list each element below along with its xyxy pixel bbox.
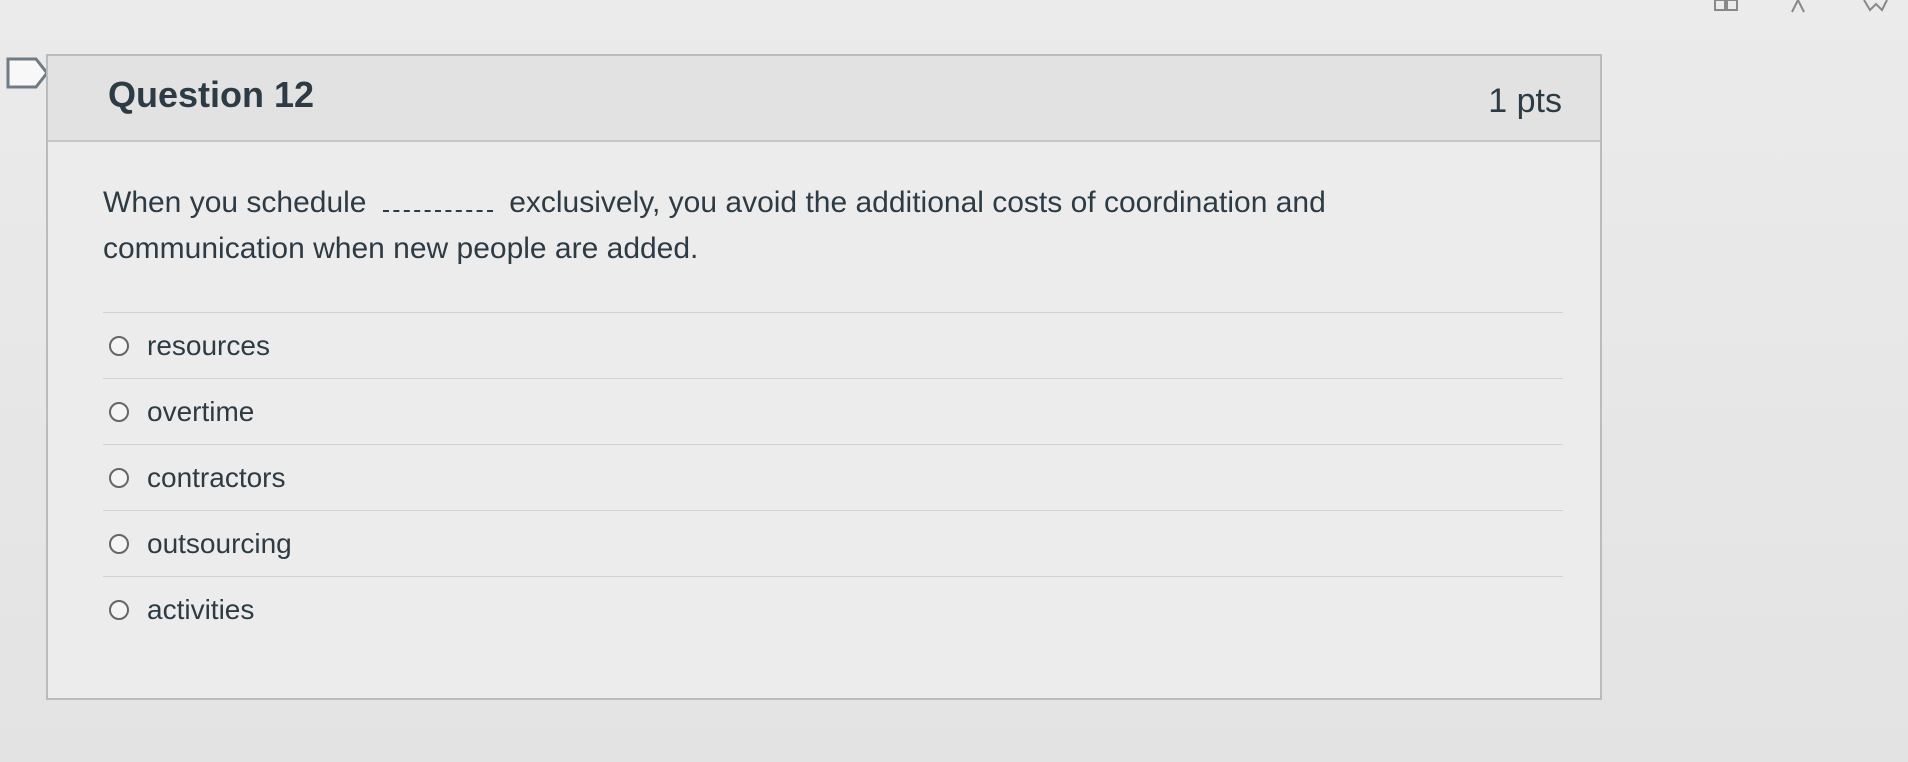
question-text: When you schedule exclusively, you avoid… <box>103 180 1403 272</box>
answer-option-outsourcing[interactable]: outsourcing <box>103 510 1563 576</box>
radio-button[interactable] <box>109 401 129 422</box>
radio-button[interactable] <box>109 599 129 620</box>
radio-button[interactable] <box>109 467 129 488</box>
answer-label: resources <box>147 329 270 361</box>
radio-button[interactable] <box>109 533 129 554</box>
answer-option-activities[interactable]: activities <box>103 576 1563 642</box>
radio-button[interactable] <box>109 335 129 356</box>
grid-icon[interactable] <box>1714 0 1740 14</box>
question-title: Question 12 <box>108 74 315 115</box>
answer-option-overtime[interactable]: overtime <box>103 378 1563 444</box>
answer-option-contractors[interactable]: contractors <box>103 444 1563 510</box>
answer-label: activities <box>147 593 255 625</box>
question-points: 1 pts <box>1488 82 1562 120</box>
question-text-before: When you schedule <box>103 186 367 219</box>
question-header: Question 12 1 pts <box>48 56 1600 142</box>
answer-label: outsourcing <box>147 527 292 559</box>
bookmark-icon[interactable] <box>1862 0 1888 14</box>
flag-icon[interactable] <box>6 56 50 90</box>
answer-label: overtime <box>147 395 255 427</box>
answer-label: contractors <box>147 461 286 493</box>
text-size-icon[interactable] <box>1788 0 1814 14</box>
top-toolbar-icons <box>1714 0 1888 14</box>
question-card: Question 12 1 pts When you schedule excl… <box>46 54 1602 700</box>
blank-line <box>382 210 493 212</box>
answer-option-resources[interactable]: resources <box>103 312 1563 378</box>
answers-list: resources overtime contractors outsourci… <box>103 312 1563 642</box>
quiz-page: Question 12 1 pts When you schedule excl… <box>0 0 1908 762</box>
